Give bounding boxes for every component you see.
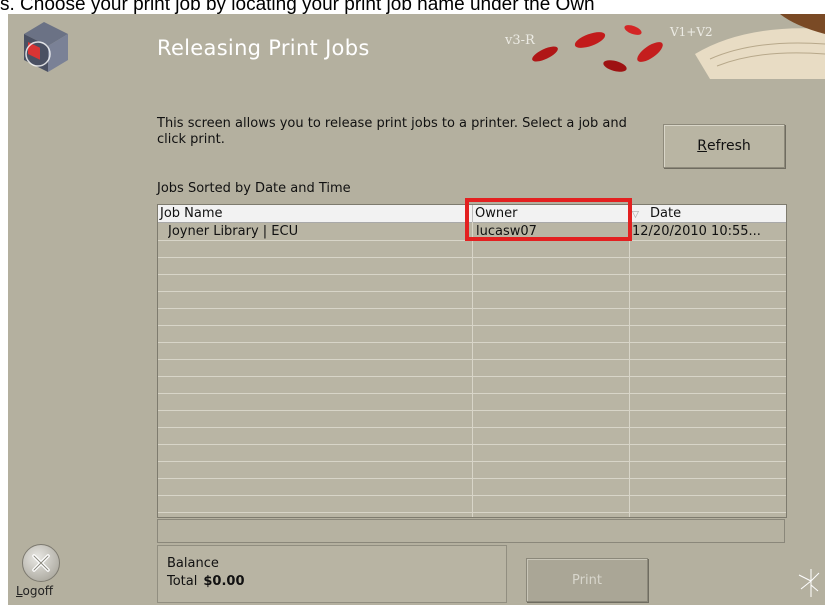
column-header-job-name[interactable]: Job Name [158, 205, 472, 222]
release-station-window: Releasing Print Jobs v3-R V1+V2 This scr… [8, 14, 825, 605]
app-logo-icon [24, 22, 68, 72]
logoff-button[interactable]: Logoff [16, 544, 66, 604]
balance-total-label: Total [167, 574, 198, 589]
refresh-label: efresh [706, 138, 751, 154]
jobs-list-label: Jobs Sorted by Date and Time [157, 181, 351, 196]
column-divider [472, 222, 473, 517]
x-circle-icon [22, 544, 60, 582]
date-cell: 12/20/2010 10:55... [632, 224, 761, 239]
refresh-mnemonic: R [697, 138, 707, 154]
column-header-date[interactable]: ▽ Date [629, 205, 786, 222]
print-button[interactable]: Print [526, 558, 648, 602]
balance-total: Total $0.00 [167, 574, 245, 589]
logoff-label-rest: ogoff [22, 584, 54, 598]
svg-text:v3-R: v3-R [504, 33, 536, 48]
balance-total-value: $0.00 [203, 574, 245, 589]
balance-panel: Balance Total $0.00 [157, 545, 507, 603]
horizontal-scrollbar[interactable] [157, 519, 785, 543]
jobs-table[interactable]: Job Name Owner ▽ Date Joyner Library | E… [157, 204, 787, 518]
sort-descending-icon: ▽ [632, 210, 639, 220]
refresh-button[interactable]: Refresh [663, 124, 785, 168]
banner-decoration: v3-R V1+V2 [495, 14, 825, 84]
balance-label: Balance [167, 556, 219, 571]
svg-text:V1+V2: V1+V2 [669, 25, 713, 39]
sparkle-icon [798, 569, 820, 597]
instructions-text: This screen allows you to release print … [157, 116, 627, 147]
job-name-cell: Joyner Library | ECU [168, 224, 299, 239]
column-header-date-label: Date [650, 206, 682, 221]
column-divider [629, 222, 630, 517]
logoff-label: Logoff [16, 584, 53, 598]
owner-column-highlight [465, 198, 632, 241]
page-title: Releasing Print Jobs [157, 36, 370, 60]
